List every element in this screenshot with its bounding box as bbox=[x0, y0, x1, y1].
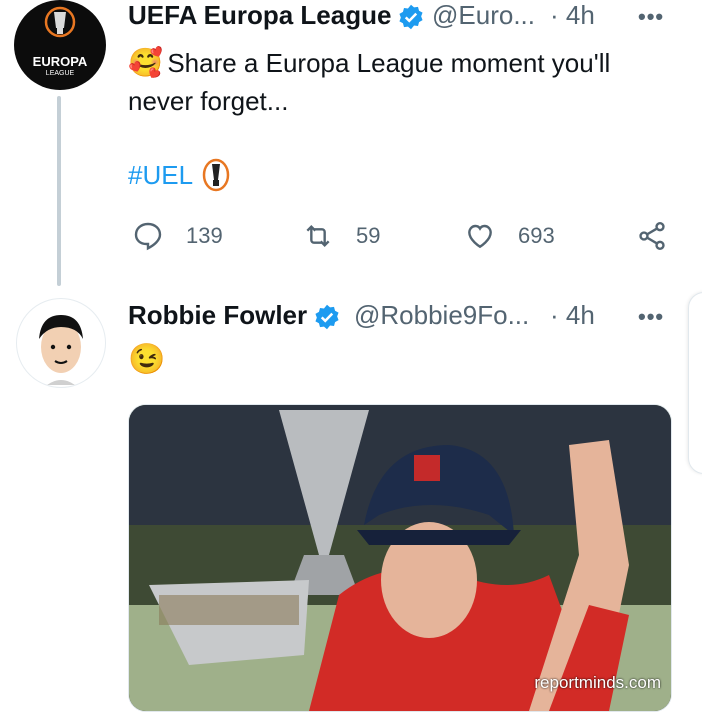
author-handle[interactable]: @Euro... bbox=[432, 0, 535, 31]
avatar-label: EUROPA bbox=[32, 54, 88, 69]
author-name[interactable]: Robbie Fowler bbox=[128, 300, 307, 331]
reply-button[interactable]: 139 bbox=[132, 220, 223, 252]
hashtag-link[interactable]: #UEL bbox=[128, 160, 193, 191]
more-icon[interactable]: ••• bbox=[638, 304, 664, 330]
cartoon-face-avatar bbox=[39, 315, 83, 385]
more-icon[interactable]: ••• bbox=[638, 4, 664, 30]
avatar-sublabel: LEAGUE bbox=[45, 70, 75, 77]
avatar-robbie-fowler[interactable] bbox=[16, 298, 106, 388]
verified-icon bbox=[315, 304, 339, 330]
retweet-icon bbox=[306, 224, 330, 248]
side-panel-edge bbox=[688, 292, 702, 474]
thread-line bbox=[57, 96, 61, 286]
tweet-body: 🥰 Share a Europa League moment you'll ne… bbox=[128, 44, 668, 120]
like-count: 693 bbox=[518, 223, 555, 248]
tweet-time[interactable]: · 4h bbox=[550, 300, 595, 331]
reply-count: 139 bbox=[186, 223, 223, 248]
author-name[interactable]: UEFA Europa League bbox=[128, 0, 391, 31]
reply-icon bbox=[134, 222, 162, 251]
author-handle[interactable]: @Robbie9Fo... bbox=[354, 300, 529, 331]
tweet-text: Share a Europa League moment you'll neve… bbox=[128, 48, 611, 116]
watermark: reportminds.com bbox=[534, 673, 661, 692]
verified-icon bbox=[399, 4, 423, 30]
trophy-celebration-photo bbox=[129, 405, 671, 711]
like-icon bbox=[468, 224, 492, 249]
trophy-icon bbox=[202, 158, 230, 192]
avatar-uefa[interactable]: EUROPA LEAGUE bbox=[14, 0, 106, 90]
retweet-count: 59 bbox=[356, 223, 381, 248]
smiling-hearts-emoji: 🥰 bbox=[128, 47, 163, 78]
retweet-button[interactable]: 59 bbox=[302, 220, 380, 252]
tweet-time[interactable]: · 4h bbox=[550, 0, 595, 31]
like-button[interactable]: 693 bbox=[464, 220, 555, 252]
winking-emoji: 😉 bbox=[128, 343, 166, 376]
tweet-photo[interactable]: reportminds.com bbox=[128, 404, 672, 712]
share-icon[interactable] bbox=[636, 220, 668, 252]
